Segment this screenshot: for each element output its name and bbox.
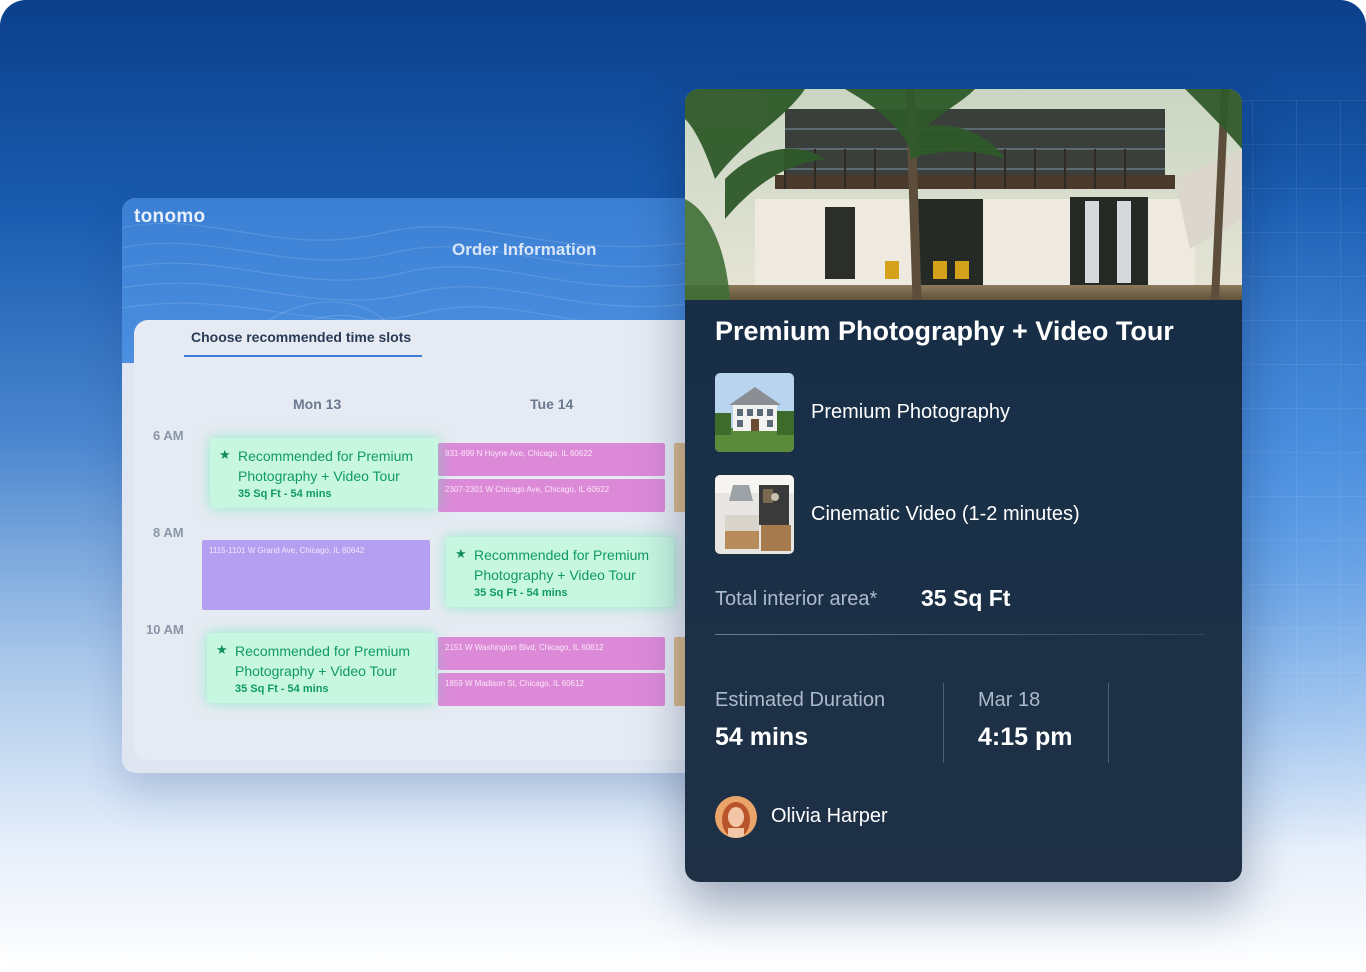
order-information-title: Order Information: [452, 240, 597, 259]
duration-label: Estimated Duration: [715, 689, 886, 711]
recommended-slot-title-line2: Photography + Video Tour: [474, 567, 636, 583]
recommended-slot-details: 35 Sq Ft - 54 mins: [474, 587, 568, 599]
tonomo-logo[interactable]: tonomo: [134, 206, 205, 228]
booked-slot[interactable]: 1859 W Madison St, Chicago, IL 60612: [438, 673, 665, 706]
recommended-slot-mon-6am[interactable]: ★ Recommended for Premium Photography + …: [210, 438, 438, 508]
recommended-slot-details: 35 Sq Ft - 54 mins: [235, 683, 329, 695]
day-header-tue: Tue 14: [530, 396, 574, 412]
recommended-slot-title-line2: Photography + Video Tour: [238, 468, 400, 484]
recommended-slot-details: 35 Sq Ft - 54 mins: [238, 488, 332, 500]
booked-slot-address: 1859 W Madison St, Chicago, IL 60612: [445, 679, 584, 688]
star-icon: ★: [216, 642, 228, 657]
booked-slot-address: 2151 W Washington Blvd, Chicago, IL 6061…: [445, 643, 604, 652]
booked-slot[interactable]: 831-899 N Hoyne Ave, Chicago, IL 60622: [438, 443, 665, 476]
booked-slot[interactable]: 1115-1101 W Grand Ave, Chicago, IL 60642: [202, 540, 430, 610]
booked-slot[interactable]: 2151 W Washington Blvd, Chicago, IL 6061…: [438, 637, 665, 670]
time-label-6am: 6 AM: [153, 428, 184, 443]
service-name: Premium Photography: [811, 401, 1010, 423]
recommended-slot-title-line2: Photography + Video Tour: [235, 663, 397, 679]
booked-slot-address: 1115-1101 W Grand Ave, Chicago, IL 60642: [209, 546, 365, 555]
booked-slot-address: 2307-2301 W Chicago Ave, Chicago, IL 606…: [445, 485, 610, 494]
time-value: 4:15 pm: [978, 723, 1073, 751]
kitchen-photo-icon: [715, 475, 794, 554]
property-hero-image: [685, 89, 1242, 300]
scheduler-body: Choose recommended time slots Mon 13 Tue…: [134, 320, 722, 760]
divider: [1108, 683, 1109, 763]
area-label: Total interior area*: [715, 588, 878, 610]
divider: [943, 683, 944, 763]
booked-slot-address: 831-899 N Hoyne Ave, Chicago, IL 60622: [445, 449, 593, 458]
divider: [715, 634, 1205, 635]
booked-slot[interactable]: 2307-2301 W Chicago Ave, Chicago, IL 606…: [438, 479, 665, 512]
tab-recommended-slots[interactable]: Choose recommended time slots: [191, 329, 411, 345]
service-item-photography: Premium Photography: [715, 373, 1215, 453]
duration-value: 54 mins: [715, 723, 809, 751]
order-title: Premium Photography + Video Tour: [715, 316, 1174, 346]
recommended-slot-title-line1: Recommended for Premium: [474, 547, 650, 563]
time-label-10am: 10 AM: [146, 622, 184, 637]
star-icon: ★: [219, 447, 231, 462]
house-photo-icon: [715, 373, 794, 452]
time-label-8am: 8 AM: [153, 525, 184, 540]
photographer-name: Olivia Harper: [771, 805, 888, 827]
active-tab-indicator: [184, 355, 422, 357]
area-value: 35 Sq Ft: [921, 585, 1011, 611]
star-icon: ★: [455, 546, 467, 561]
scheduler-panel: tonomo Order Information Choose recommen…: [122, 198, 722, 773]
service-item-video: Cinematic Video (1-2 minutes): [715, 475, 1215, 555]
date-label: Mar 18: [978, 689, 1041, 711]
order-summary-card: Premium Photography + Video Tour Premium…: [685, 89, 1242, 882]
recommended-slot-mon-10am[interactable]: ★ Recommended for Premium Photography + …: [207, 633, 435, 703]
avatar: [715, 796, 757, 838]
service-name: Cinematic Video (1-2 minutes): [811, 503, 1080, 525]
recommended-slot-title-line1: Recommended for Premium: [235, 643, 411, 659]
day-header-mon: Mon 13: [293, 396, 342, 412]
recommended-slot-title-line1: Recommended for Premium: [238, 448, 414, 464]
recommended-slot-tue-8am[interactable]: ★ Recommended for Premium Photography + …: [446, 537, 674, 607]
